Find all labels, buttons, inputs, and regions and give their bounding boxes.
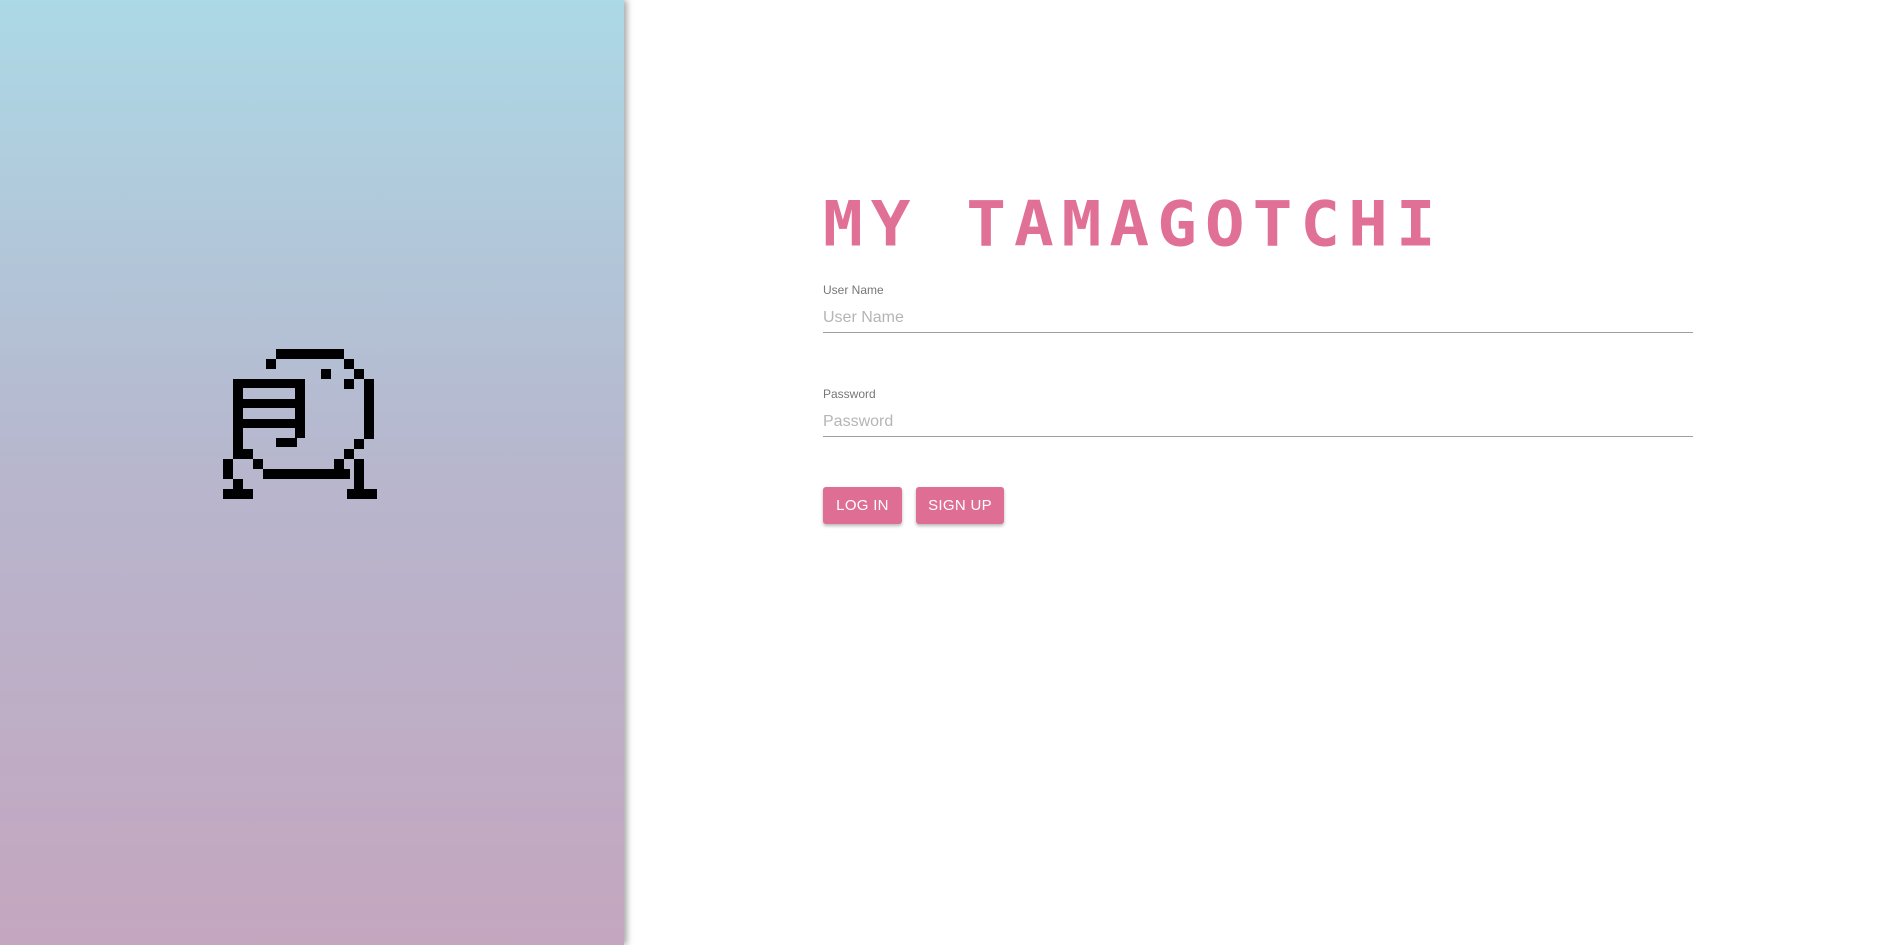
left-gradient-panel	[0, 0, 624, 945]
signup-button[interactable]: SIGN UP	[916, 487, 1004, 524]
password-label: Password	[823, 387, 876, 401]
username-label: User Name	[823, 283, 884, 297]
app-title: MY TAMAGOTCHI	[823, 187, 1444, 261]
password-field-group: Password	[823, 387, 1693, 437]
password-input[interactable]	[823, 407, 1693, 437]
username-input[interactable]	[823, 303, 1693, 333]
tamagotchi-pixel-icon	[223, 349, 377, 499]
username-field-group: User Name	[823, 283, 1693, 333]
login-panel: MY TAMAGOTCHI User Name Password LOG IN …	[624, 0, 1888, 945]
login-button[interactable]: LOG IN	[823, 487, 902, 524]
